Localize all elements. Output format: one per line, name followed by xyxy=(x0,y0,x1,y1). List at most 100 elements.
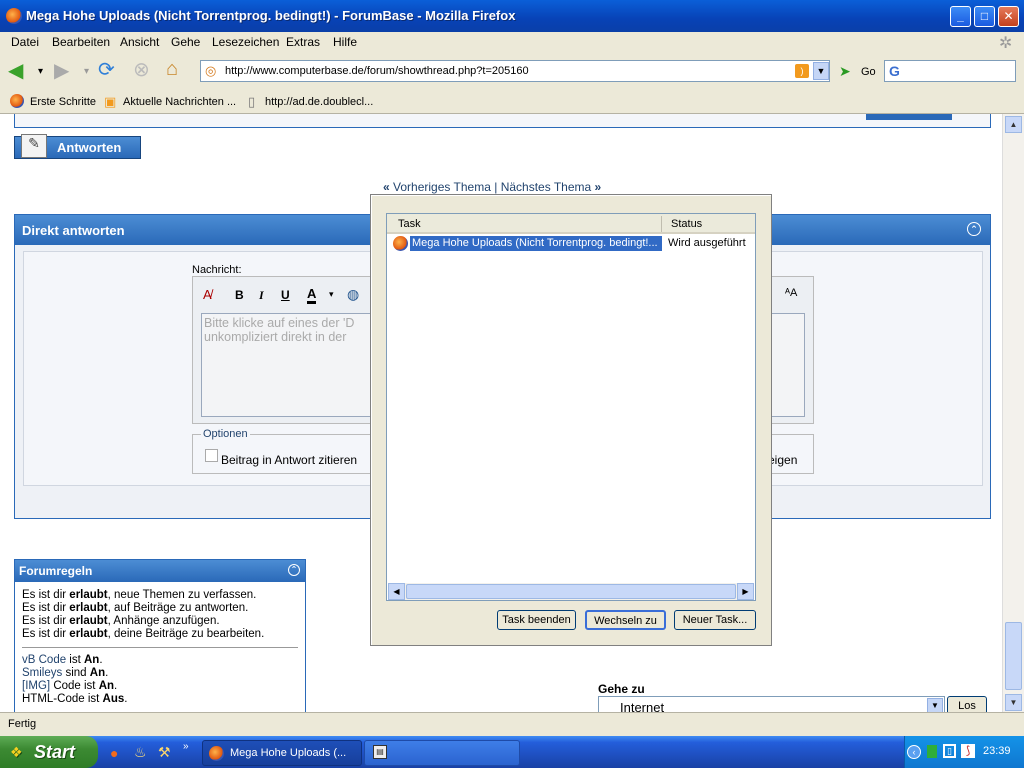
switch-to-button[interactable]: Wechseln zu xyxy=(585,610,666,630)
font-color-dropdown-icon[interactable]: ▾ xyxy=(329,289,334,300)
nav-separator: | xyxy=(494,180,498,194)
stop-icon[interactable]: ⊗ xyxy=(133,60,150,80)
tray-acrobat-icon[interactable]: ⟆ xyxy=(961,744,975,758)
text-size-icon[interactable]: ᴬA xyxy=(785,287,797,299)
close-button[interactable]: ✕ xyxy=(998,6,1019,27)
quicklaunch-tool-icon[interactable]: ⚒ xyxy=(158,744,171,761)
bookmark-aktuelle-nachrichten[interactable]: Aktuelle Nachrichten ... xyxy=(123,96,236,108)
minimize-button[interactable]: _ xyxy=(950,6,971,27)
taskbar-button-taskmanager[interactable]: ▤ xyxy=(364,740,520,766)
quicklaunch-firefox-icon[interactable]: ● xyxy=(110,745,118,761)
quicklaunch-more-icon[interactable]: » xyxy=(183,741,189,752)
next-thread-link[interactable]: Nächstes Thema xyxy=(501,180,592,194)
clock: 23:39 xyxy=(983,745,1011,757)
prev-thread-link[interactable]: Vorheriges Thema xyxy=(393,180,491,194)
search-input[interactable]: G xyxy=(884,60,1016,82)
rule-text: Es ist dir xyxy=(22,615,70,627)
back-icon[interactable]: ◀ xyxy=(8,61,23,81)
rule-text: Es ist dir xyxy=(22,628,70,640)
start-label: Start xyxy=(34,742,76,762)
vertical-scrollbar[interactable]: ▲ ▼ xyxy=(1002,114,1024,712)
scroll-thumb[interactable] xyxy=(1005,622,1022,690)
start-button[interactable]: ❖ Start xyxy=(0,736,98,768)
forward-dropdown-icon[interactable]: ▾ xyxy=(84,62,89,82)
rule-text: Es ist dir xyxy=(22,589,70,601)
site-favicon-icon: ◎ xyxy=(205,63,217,78)
forum-rules-title: Forumregeln xyxy=(19,564,93,578)
taskbar-button-firefox[interactable]: Mega Hohe Uploads (... xyxy=(202,740,362,766)
quote-checkbox[interactable] xyxy=(205,449,218,462)
code-link[interactable]: [IMG] xyxy=(22,680,50,692)
throbber-icon: ✲ xyxy=(999,35,1013,52)
toolbar-fragment xyxy=(866,114,952,120)
rule-line: Es ist dir erlaubt, neue Themen zu verfa… xyxy=(22,589,264,602)
menu-bar: Datei Bearbeiten Ansicht Gehe Lesezeiche… xyxy=(0,32,1024,52)
horizontal-scroll-thumb[interactable] xyxy=(406,584,736,599)
reload-icon[interactable]: ⟳ xyxy=(98,60,115,80)
rule-line: Es ist dir erlaubt, Anhänge anzufügen. xyxy=(22,615,264,628)
task-list-header: Task Status xyxy=(387,214,755,234)
menu-extras[interactable]: Extras xyxy=(286,35,320,49)
remove-format-icon[interactable]: A̸ xyxy=(203,287,212,302)
scroll-right-icon[interactable]: ▶ xyxy=(737,583,754,600)
go-icon[interactable]: ➤ xyxy=(839,63,851,80)
end-task-button[interactable]: Task beenden xyxy=(497,610,576,630)
message-label: Nachricht: xyxy=(192,264,242,276)
tray-expand-icon[interactable]: ‹ xyxy=(907,745,921,759)
font-color-icon[interactable]: A xyxy=(307,286,317,304)
menu-datei[interactable]: Datei xyxy=(11,35,39,49)
go-button[interactable]: Go xyxy=(861,66,876,78)
status-bar: Fertig xyxy=(0,712,1024,736)
menu-gehe[interactable]: Gehe xyxy=(171,35,200,49)
new-task-button[interactable]: Neuer Task... xyxy=(674,610,756,630)
bookmark-doubleclick[interactable]: http://ad.de.doublecl... xyxy=(265,96,373,108)
goto-dropdown-icon[interactable]: ▼ xyxy=(927,698,943,712)
menu-hilfe[interactable]: Hilfe xyxy=(333,35,357,49)
goto-select[interactable]: Internet ▼ xyxy=(598,696,945,712)
tray-green-icon[interactable] xyxy=(927,745,937,758)
goto-button[interactable]: Los xyxy=(947,696,987,712)
reply-button[interactable]: ✎ Antworten xyxy=(14,134,141,159)
underline-icon[interactable]: U xyxy=(281,288,290,302)
window-title: Mega Hohe Uploads (Nicht Torrentprog. be… xyxy=(26,8,516,23)
rss-feed-icon[interactable]: ) xyxy=(795,64,809,78)
options-legend: Optionen xyxy=(201,428,250,440)
column-status[interactable]: Status xyxy=(671,218,702,230)
url-bar[interactable]: ◎ http://www.computerbase.de/forum/showt… xyxy=(200,60,830,82)
tray-window-icon[interactable]: ▯ xyxy=(943,744,956,758)
column-task[interactable]: Task xyxy=(398,218,421,230)
code-link[interactable]: Smileys xyxy=(22,667,62,679)
windows-logo-icon: ❖ xyxy=(10,744,23,760)
menu-ansicht[interactable]: Ansicht xyxy=(120,35,159,49)
live-bookmark-icon: ▣ xyxy=(104,94,117,109)
rule-text: , auf Beiträge zu antworten. xyxy=(107,602,249,614)
code-period: . xyxy=(99,654,103,666)
code-value: An xyxy=(98,680,115,692)
code-text: HTML-Code ist xyxy=(22,693,103,705)
home-icon[interactable]: ⌂ xyxy=(166,59,178,79)
back-dropdown-icon[interactable]: ▾ xyxy=(38,62,43,82)
code-link[interactable]: vB Code xyxy=(22,654,66,666)
url-dropdown-icon[interactable]: ▼ xyxy=(813,62,829,80)
forward-icon[interactable]: ▶ xyxy=(54,61,69,81)
bookmark-erste-schritte[interactable]: Erste Schritte xyxy=(30,96,96,108)
maximize-button[interactable]: □ xyxy=(974,6,995,27)
code-text: ist xyxy=(66,654,84,666)
task-row[interactable]: Mega Hohe Uploads (Nicht Torrentprog. be… xyxy=(393,236,751,252)
task-firefox-icon xyxy=(393,236,408,251)
bold-icon[interactable]: B xyxy=(235,288,244,302)
menu-bearbeiten[interactable]: Bearbeiten xyxy=(52,35,110,49)
horizontal-scrollbar[interactable]: ◀ ▶ xyxy=(388,583,754,600)
scroll-left-icon[interactable]: ◀ xyxy=(388,583,405,600)
url-text: http://www.computerbase.de/forum/showthr… xyxy=(225,65,529,77)
scroll-up-icon[interactable]: ▲ xyxy=(1005,116,1022,133)
menu-lesezeichen[interactable]: Lesezeichen xyxy=(212,35,279,49)
code-value: Aus xyxy=(102,693,125,705)
collapse-icon[interactable]: ⌃ xyxy=(967,222,981,236)
google-icon: G xyxy=(889,63,900,79)
rules-collapse-icon[interactable]: ⌃ xyxy=(288,564,300,576)
link-icon[interactable]: ◍ xyxy=(347,286,359,303)
quicklaunch-app-icon[interactable]: ♨ xyxy=(134,744,147,761)
italic-icon[interactable]: I xyxy=(259,288,264,303)
scroll-down-icon[interactable]: ▼ xyxy=(1005,694,1022,711)
